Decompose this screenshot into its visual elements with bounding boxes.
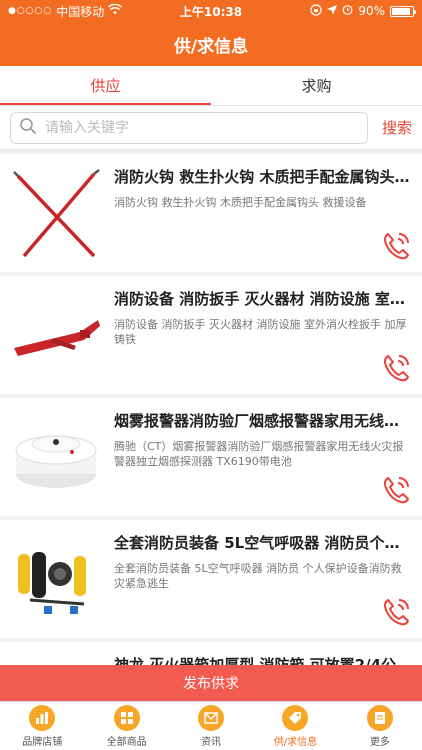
phone-icon[interactable]	[380, 230, 412, 262]
tabbar-item-all-products[interactable]: 全部商品	[84, 702, 168, 750]
battery-icon	[390, 5, 416, 17]
item-description: 腾驰（CT）烟雾报警器消防验厂烟感报警器家用无线火灾报警器独立烟感探测器 TX6…	[114, 440, 404, 468]
tabbar-label: 品牌店铺	[22, 736, 63, 748]
tabbar-label: 更多	[369, 736, 390, 748]
list-item[interactable]: 烟雾报警器消防验厂烟感报警器家用无线火灾报警器 腾驰（CT）烟雾报警器消防验厂烟…	[0, 398, 422, 516]
store-icon	[29, 704, 56, 731]
tabbar-label: 供/求信息	[273, 736, 318, 748]
phone-icon[interactable]	[380, 596, 412, 628]
item-title: 消防设备 消防扳手 灭火器材 消防设施 室外消火栓扳手 加厚铸铁	[114, 290, 412, 308]
search-icon	[19, 117, 37, 139]
news-icon	[198, 704, 225, 731]
smoke-detector-image	[10, 412, 102, 504]
status-bar: ●○○○○ 中国移动 上午10:38 90%	[0, 0, 422, 22]
item-description: 消防设备 消防扳手 灭火器材 消防设施 室外消火栓扳手 加厚铸铁	[114, 318, 407, 346]
item-description: 全套消防员装备 5L空气呼吸器 消防员 个人保护设备消防救灾紧急逃生	[114, 562, 402, 590]
item-description: 消防火钩 救生扑火钩 木质把手配金属钩头 救援设备	[114, 196, 367, 209]
status-time: 上午10:38	[179, 4, 243, 19]
publish-label: 发布供求	[183, 676, 239, 692]
list-item[interactable]: 消防火钩 救生扑火钩 木质把手配金属钩头 救援设备 消防火钩 救生扑火钩 木质把…	[0, 154, 422, 272]
tabbar-item-news[interactable]: 资讯	[169, 702, 253, 750]
tabbar-item-supply-demand[interactable]: 供/求信息	[253, 702, 337, 750]
search-box	[10, 111, 368, 144]
product-list[interactable]: 消防火钩 救生扑火钩 木质把手配金属钩头 救援设备 消防火钩 救生扑火钩 木质把…	[0, 150, 422, 665]
tabbar-item-more[interactable]: 更多	[338, 702, 422, 750]
list-item[interactable]: 消防设备 消防扳手 灭火器材 消防设施 室外消火栓扳手 加厚铸铁 消防设备 消防…	[0, 276, 422, 394]
bottom-tabbar: 品牌店铺 全部商品 资讯 供/求信息 更多	[0, 701, 422, 750]
search-row: 搜索	[0, 106, 422, 150]
tabbar-label: 资讯	[201, 736, 222, 748]
item-title: 全套消防员装备 5L空气呼吸器 消防员个人保护设备	[114, 534, 412, 552]
tab-demand[interactable]: 求购	[211, 66, 422, 105]
item-title: 神龙 灭火器箱加厚型 消防箱 可放置2/4公斤灭火器	[114, 656, 412, 665]
item-title: 消防火钩 救生扑火钩 木质把手配金属钩头 救援设备	[114, 168, 412, 186]
tab-bar: 供应 求购	[0, 66, 422, 106]
breathing-apparatus-image	[10, 534, 102, 626]
publish-button[interactable]: 发布供求	[0, 665, 422, 701]
more-icon	[366, 704, 393, 731]
tabbar-label: 全部商品	[106, 736, 147, 748]
search-input[interactable]	[45, 119, 359, 136]
nav-bar: 供/求信息	[0, 22, 422, 66]
page-title: 供/求信息	[173, 36, 249, 57]
list-item[interactable]: 神龙 灭火器箱加厚型 消防箱 可放置2/4公斤灭火器	[0, 642, 422, 665]
phone-icon[interactable]	[380, 352, 412, 384]
tabbar-item-stores[interactable]: 品牌店铺	[0, 702, 84, 750]
phone-icon[interactable]	[380, 474, 412, 506]
fire-hooks-image	[10, 168, 102, 260]
grid-icon	[113, 704, 140, 731]
tag-icon	[282, 704, 309, 731]
extinguisher-box-image	[10, 656, 102, 665]
search-button[interactable]: 搜索	[382, 117, 412, 138]
tab-supply[interactable]: 供应	[0, 66, 211, 105]
list-item[interactable]: 全套消防员装备 5L空气呼吸器 消防员个人保护设备 全套消防员装备 5L空气呼吸…	[0, 520, 422, 638]
item-title: 烟雾报警器消防验厂烟感报警器家用无线火灾报警器	[114, 412, 412, 430]
hydrant-wrench-image	[10, 290, 102, 382]
